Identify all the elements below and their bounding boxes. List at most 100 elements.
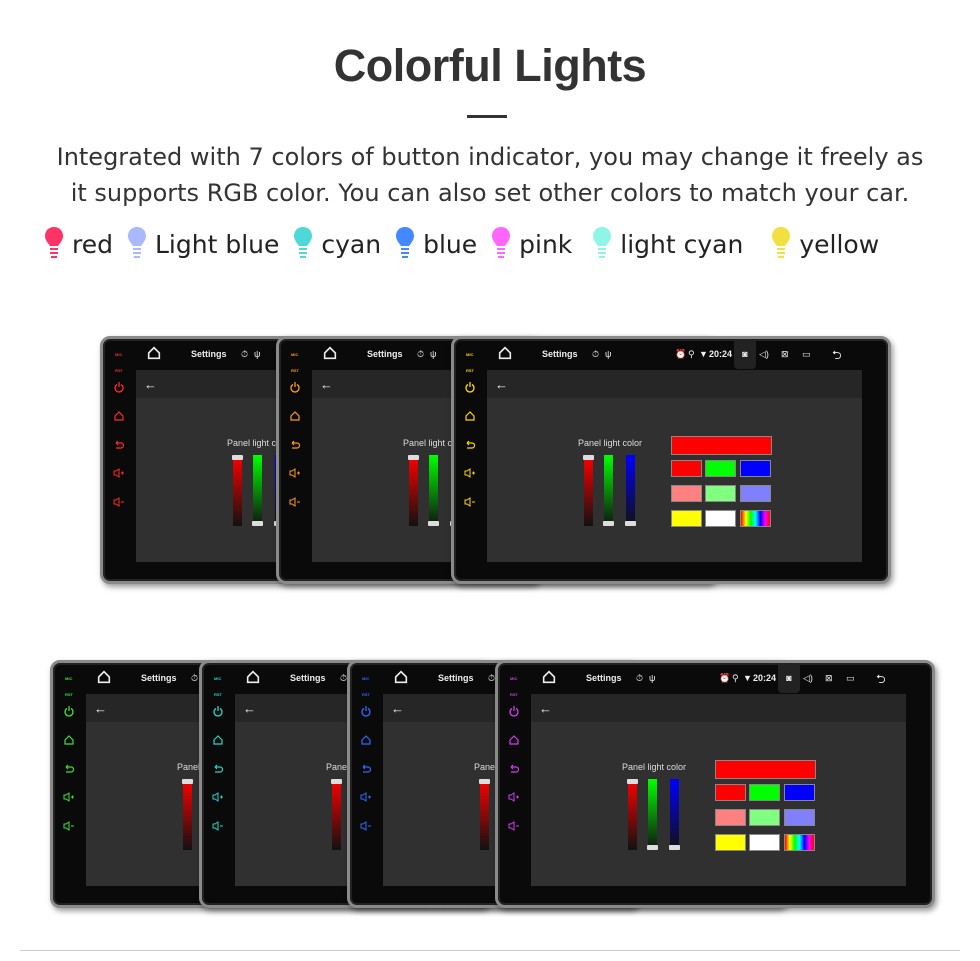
color-swatch[interactable] (715, 809, 746, 826)
red-slider[interactable] (479, 779, 490, 850)
color-swatch[interactable] (705, 460, 736, 477)
volume-down-icon[interactable] (289, 496, 301, 508)
green-slider[interactable] (428, 455, 439, 526)
back-icon[interactable] (113, 439, 125, 451)
home-nav-icon[interactable] (393, 669, 409, 685)
power-icon[interactable] (212, 705, 224, 717)
slider-knob[interactable] (479, 779, 490, 784)
home-nav-icon[interactable] (541, 669, 557, 685)
close-app-icon[interactable]: ⊠ (781, 349, 789, 360)
rst-button[interactable]: RST (65, 692, 73, 697)
color-swatch[interactable] (740, 510, 771, 527)
volume-up-icon[interactable] (212, 791, 224, 803)
home-icon[interactable] (508, 734, 520, 746)
color-swatch[interactable] (715, 834, 746, 851)
red-slider[interactable] (408, 455, 419, 526)
return-icon[interactable]: ⮌ (832, 346, 842, 367)
color-swatch[interactable] (749, 784, 780, 801)
back-arrow-icon[interactable]: ← (320, 377, 333, 392)
green-slider[interactable] (603, 455, 614, 526)
home-icon[interactable] (113, 410, 125, 422)
color-swatch[interactable] (749, 834, 780, 851)
home-nav-icon[interactable] (497, 345, 513, 361)
back-arrow-icon[interactable]: ← (144, 377, 157, 392)
power-icon[interactable] (508, 705, 520, 717)
slider-knob[interactable] (428, 521, 439, 526)
color-swatch[interactable] (784, 834, 815, 851)
blue-slider[interactable] (669, 779, 680, 850)
color-swatch[interactable] (749, 809, 780, 826)
slider-knob[interactable] (647, 845, 658, 850)
color-swatch[interactable] (784, 784, 815, 801)
back-icon[interactable] (508, 763, 520, 775)
color-swatch[interactable] (705, 485, 736, 502)
slider-knob[interactable] (252, 521, 263, 526)
red-slider[interactable] (331, 779, 342, 850)
red-slider[interactable] (583, 455, 594, 526)
volume-up-icon[interactable] (113, 467, 125, 479)
screenshot-icon[interactable]: ◙ (778, 665, 800, 693)
color-swatch[interactable] (740, 460, 771, 477)
volume-down-icon[interactable] (63, 820, 75, 832)
red-slider[interactable] (627, 779, 638, 850)
volume-up-icon[interactable] (289, 467, 301, 479)
green-slider[interactable] (647, 779, 658, 850)
screenshot-icon[interactable]: ◙ (734, 341, 756, 369)
blue-slider[interactable] (625, 455, 636, 526)
color-swatch[interactable] (671, 485, 702, 502)
volume-down-icon[interactable] (508, 820, 520, 832)
home-icon[interactable] (289, 410, 301, 422)
home-nav-icon[interactable] (322, 345, 338, 361)
volume-down-icon[interactable] (360, 820, 372, 832)
volume-down-icon[interactable] (212, 820, 224, 832)
home-icon[interactable] (360, 734, 372, 746)
home-nav-icon[interactable] (96, 669, 112, 685)
power-icon[interactable] (289, 381, 301, 393)
red-slider[interactable] (182, 779, 193, 850)
color-swatch[interactable] (740, 485, 771, 502)
power-icon[interactable] (360, 705, 372, 717)
slider-knob[interactable] (583, 455, 594, 460)
rst-button[interactable]: RST (466, 368, 474, 373)
volume-up-icon[interactable] (63, 791, 75, 803)
red-slider[interactable] (232, 455, 243, 526)
rst-button[interactable]: RST (362, 692, 370, 697)
rst-button[interactable]: RST (214, 692, 222, 697)
slider-knob[interactable] (625, 521, 636, 526)
slider-knob[interactable] (182, 779, 193, 784)
slider-knob[interactable] (232, 455, 243, 460)
volume-icon[interactable]: ◁) (803, 673, 813, 684)
volume-down-icon[interactable] (113, 496, 125, 508)
slider-knob[interactable] (603, 521, 614, 526)
back-arrow-icon[interactable]: ← (94, 701, 107, 716)
close-app-icon[interactable]: ⊠ (825, 673, 833, 684)
power-icon[interactable] (464, 381, 476, 393)
rst-button[interactable]: RST (115, 368, 123, 373)
rst-button[interactable]: RST (291, 368, 299, 373)
volume-down-icon[interactable] (464, 496, 476, 508)
slider-knob[interactable] (331, 779, 342, 784)
back-arrow-icon[interactable]: ← (539, 701, 552, 716)
home-icon[interactable] (212, 734, 224, 746)
slider-knob[interactable] (627, 779, 638, 784)
recent-apps-icon[interactable]: ▭ (846, 673, 855, 684)
color-swatch[interactable] (715, 784, 746, 801)
back-arrow-icon[interactable]: ← (391, 701, 404, 716)
slider-knob[interactable] (669, 845, 680, 850)
recent-apps-icon[interactable]: ▭ (802, 349, 811, 360)
volume-up-icon[interactable] (464, 467, 476, 479)
color-swatch[interactable] (784, 809, 815, 826)
home-icon[interactable] (63, 734, 75, 746)
volume-up-icon[interactable] (508, 791, 520, 803)
back-arrow-icon[interactable]: ← (243, 701, 256, 716)
back-arrow-icon[interactable]: ← (495, 377, 508, 392)
back-icon[interactable] (464, 439, 476, 451)
volume-icon[interactable]: ◁) (759, 349, 769, 360)
return-icon[interactable]: ⮌ (876, 670, 886, 691)
slider-knob[interactable] (408, 455, 419, 460)
green-slider[interactable] (252, 455, 263, 526)
power-icon[interactable] (113, 381, 125, 393)
color-swatch[interactable] (671, 510, 702, 527)
power-icon[interactable] (63, 705, 75, 717)
back-icon[interactable] (289, 439, 301, 451)
